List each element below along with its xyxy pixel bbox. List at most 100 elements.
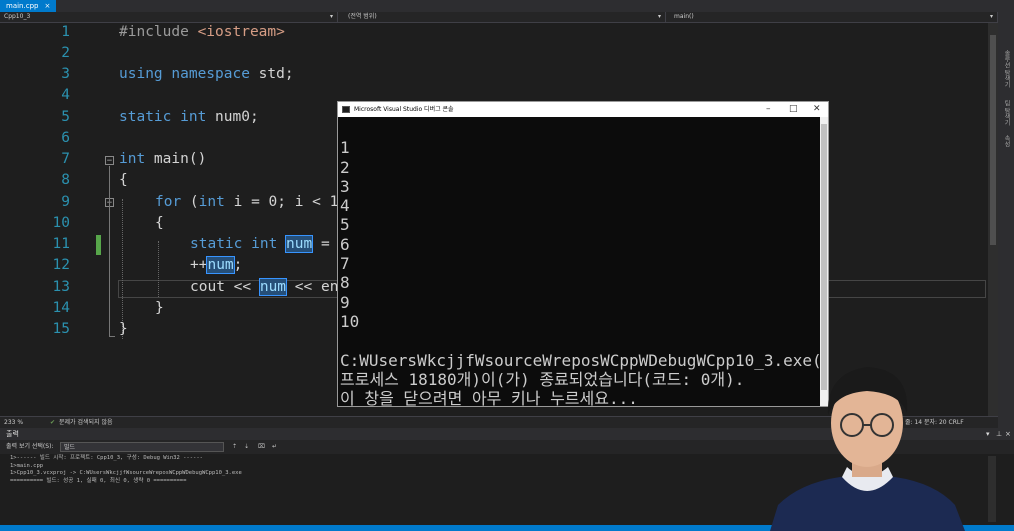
change-marker (96, 235, 101, 255)
console-line: 4 (340, 196, 350, 216)
solution-explorer-tab[interactable]: 솔루션 탐색기 (1001, 50, 1011, 88)
line-number: 8 (61, 172, 70, 188)
code-line: static int num = (190, 235, 330, 253)
line-number: 12 (52, 257, 70, 273)
code-token: num0; (206, 109, 259, 125)
keyword-token: for (155, 194, 182, 210)
close-icon[interactable]: × (1005, 428, 1011, 440)
minimize-button[interactable]: – (766, 102, 771, 117)
code-token: std; (249, 66, 294, 82)
code-token: = (312, 236, 330, 252)
dropdown-icon[interactable]: ▾ (986, 428, 990, 440)
keyword-token: using namespace (119, 66, 250, 82)
code-token: cout << (190, 279, 260, 295)
code-token: ++ (190, 257, 208, 273)
maximize-button[interactable]: □ (789, 102, 798, 117)
console-title: Microsoft Visual Studio 디버그 콘솔 (354, 106, 454, 113)
properties-tab[interactable]: 속성 (1001, 135, 1011, 147)
code-line: { (155, 215, 164, 231)
highlighted-symbol: num (258, 278, 288, 296)
console-line: 2 (340, 157, 350, 177)
check-icon: ✔ (50, 419, 56, 426)
clear-all-icon[interactable]: ⌧ (258, 440, 265, 454)
output-text: 1>------ 빌드 시작: 프로젝트: Cpp10_3, 구성: Debug… (10, 455, 242, 485)
output-source-dropdown[interactable]: 빌드 (60, 442, 224, 452)
presenter-webcam-image (770, 367, 965, 531)
tab-main-cpp[interactable]: main.cpp × (0, 0, 57, 12)
indent-guide (122, 199, 124, 339)
console-line: 6 (340, 234, 350, 254)
fold-guide (109, 336, 115, 338)
line-number: 13 (52, 279, 70, 295)
code-token: main() (145, 151, 207, 167)
function-name: main() (674, 13, 694, 20)
pin-icon[interactable]: ⊥ (996, 428, 1002, 440)
debug-console-window[interactable]: Microsoft Visual Studio 디버그 콘솔 – □ ✕ 123… (337, 101, 829, 409)
issues-status[interactable]: 문제가 검색되지 않음 (59, 417, 113, 428)
code-token: ; (233, 257, 243, 273)
output-line: ========== 빌드: 성공 1, 실패 0, 최신 0, 생략 0 ==… (10, 477, 187, 484)
console-output: 1 2 3 4 5 6 7 8 9 10 C:WUsersWkcjjfWsourceWreposWC… (340, 119, 822, 409)
scrollbar-thumb[interactable] (990, 35, 996, 245)
console-line: 10 (340, 311, 360, 331)
line-number: 1 (61, 24, 70, 40)
line-number: 5 (61, 109, 70, 125)
code-token: ( (181, 194, 199, 210)
console-line: 1 (340, 138, 350, 158)
line-number: 4 (61, 87, 70, 103)
console-line: C:WUsersWkcjjfWsourceWreposWCppWDebugWCp… (340, 350, 822, 370)
tab-close-icon[interactable]: × (44, 0, 50, 12)
project-name: Cpp10_3 (4, 13, 31, 20)
code-line: int main() (119, 151, 206, 167)
word-wrap-icon[interactable]: ↵ (272, 440, 277, 454)
line-number: 6 (61, 130, 70, 146)
code-line: using namespace std; (119, 66, 294, 82)
line-number: 11 (52, 236, 70, 252)
close-button[interactable]: ✕ (813, 102, 821, 117)
code-line: { (119, 172, 128, 188)
output-line: 1>main.cpp (10, 462, 44, 469)
console-title-bar[interactable]: Microsoft Visual Studio 디버그 콘솔 – □ ✕ (338, 102, 828, 117)
keyword-token: int (198, 194, 225, 210)
code-line: ++num; (190, 256, 243, 274)
project-dropdown[interactable]: Cpp10_3 ▾ (0, 12, 338, 22)
scope-dropdown[interactable]: (전역 범위) ▾ (344, 12, 666, 22)
output-line: 1>Cpp10_3.vcxproj -> C:WUsersWkcjjfWsour… (10, 470, 242, 476)
function-dropdown[interactable]: main() ▾ (670, 12, 998, 22)
code-line: #include <iostream> (119, 24, 285, 40)
chevron-down-icon: ▾ (329, 13, 333, 20)
code-line: for (int i = 0; i < 1 (155, 194, 338, 210)
team-explorer-tab[interactable]: 팀 탐색기 (1001, 100, 1011, 126)
console-scrollbar-thumb[interactable] (821, 124, 827, 390)
code-token: << en (286, 279, 339, 295)
include-token: <iostream> (197, 24, 285, 40)
indent-guide (158, 241, 160, 297)
chevron-down-icon: ▾ (989, 13, 993, 20)
line-number: 9 (61, 194, 70, 210)
highlighted-symbol: num (285, 235, 314, 253)
fold-toggle[interactable]: − (105, 156, 114, 166)
console-line: 3 (340, 176, 350, 196)
preprocessor-token: #include (119, 24, 198, 40)
next-message-icon[interactable]: ⇣ (244, 440, 249, 454)
output-source-value: 빌드 (64, 444, 76, 451)
code-token: i = 0; i < 1 (224, 194, 339, 210)
output-scrollbar[interactable] (988, 456, 996, 522)
line-number: 7 (61, 151, 70, 167)
output-source-label: 출력 보기 선택(S): (6, 443, 54, 450)
zoom-level[interactable]: 233 % (4, 417, 23, 428)
line-number: 10 (52, 215, 70, 231)
console-line: 8 (340, 273, 350, 293)
console-line: 이 창을 닫으려면 아무 키나 누르세요... (340, 389, 638, 409)
console-line: 5 (340, 215, 350, 235)
line-number: 14 (52, 300, 70, 316)
console-line: 프로세스 18180개)이(가) 종료되었습니다(코드: 0개). (340, 369, 745, 389)
find-message-icon[interactable]: ⇡ (232, 440, 237, 454)
keyword-token: int (119, 151, 146, 167)
console-app-icon (342, 106, 350, 113)
line-number: 15 (52, 321, 70, 337)
keyword-token: static int (119, 109, 207, 125)
output-panel-title: 출력 (6, 430, 19, 438)
